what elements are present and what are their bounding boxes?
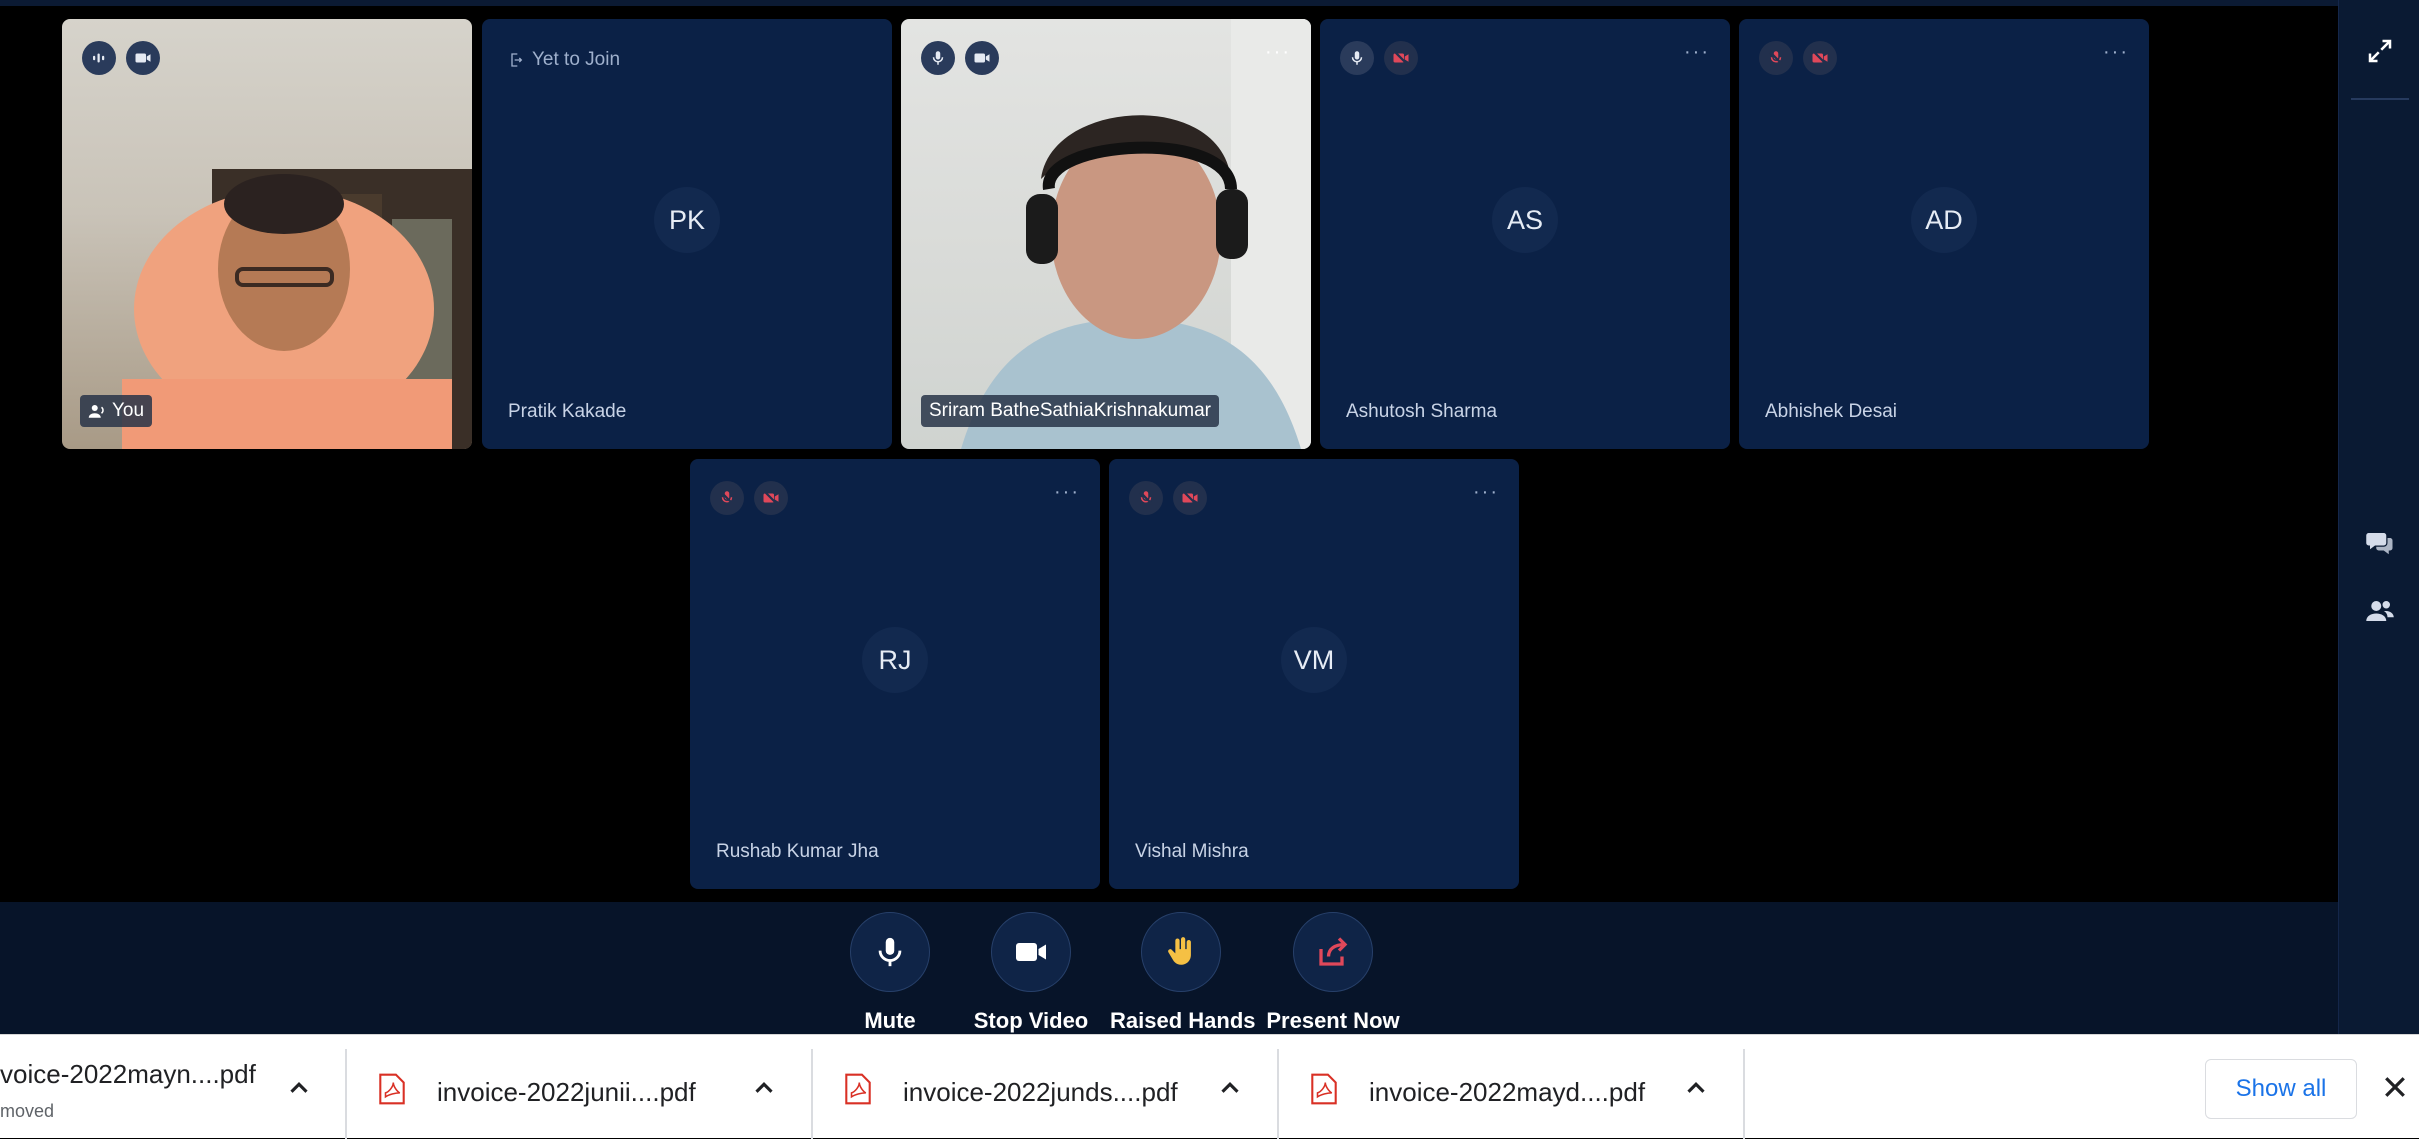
microphone-off-icon [1129,481,1163,515]
microphone-off-icon [1759,41,1793,75]
speaker-user-icon [88,405,104,418]
camera-off-icon [754,481,788,515]
close-icon[interactable] [2380,1072,2410,1102]
download-shelf: voice-2022mayn....pdf moved invoice-2022… [0,1034,2419,1139]
microphone-off-icon [710,481,744,515]
participant-name: Rushab Kumar Jha [716,841,879,862]
microphone-icon[interactable] [850,912,930,992]
stop-video-label: Stop Video [973,1008,1089,1033]
participant-name: You [80,395,153,427]
video-camera-icon[interactable] [991,912,1071,992]
share-screen-icon[interactable] [1293,912,1373,992]
participant-name: Ashutosh Sharma [1346,401,1498,422]
download-item[interactable]: invoice-2022junii....pdf [347,1035,811,1138]
stop-video-button[interactable]: Stop Video [965,912,1097,1034]
download-item[interactable]: invoice-2022junds....pdf [813,1035,1277,1138]
right-rail [2338,0,2419,1034]
pdf-file-icon [379,1073,405,1105]
participant-tile[interactable]: ··· AS Ashutosh Sharma [1320,19,1730,449]
present-now-label: Present Now [1266,1008,1400,1033]
participant-tile[interactable]: ··· RJ Rushab Kumar Jha [690,459,1100,889]
camera-icon [965,41,999,75]
camera-icon [126,41,160,75]
participant-name: Sriram BatheSathiaKrishnakumar [921,395,1219,427]
rail-divider [2351,98,2409,100]
tile-menu-button[interactable]: ··· [1265,41,1291,64]
microphone-icon [921,41,955,75]
pdf-file-icon [1311,1073,1337,1105]
participant-name: Abhishek Desai [1765,401,1898,422]
participant-tile[interactable]: ··· AD Abhishek Desai [1739,19,2149,449]
download-filename: voice-2022mayn....pdf [0,1059,256,1089]
show-all-button[interactable]: Show all [2205,1059,2357,1119]
participant-tile[interactable]: You [62,19,472,449]
camera-off-icon [1803,41,1837,75]
present-now-button[interactable]: Present Now [1266,912,1400,1034]
download-filename: invoice-2022junds....pdf [903,1077,1178,1107]
microphone-icon [1340,41,1374,75]
chat-icon[interactable] [2361,524,2399,562]
pdf-file-icon [845,1073,871,1105]
hand-icon[interactable] [1141,912,1221,992]
chevron-up-icon[interactable] [749,1073,779,1103]
avatar: AS [1492,187,1558,253]
participant-name: Pratik Kakade [508,401,627,422]
participants-icon[interactable] [2361,592,2399,630]
avatar: AD [1911,187,1977,253]
participant-tile[interactable]: Yet to Join PK Pratik Kakade [482,19,892,449]
mute-button[interactable]: Mute [840,912,940,1034]
avatar: VM [1281,627,1347,693]
avatar: RJ [862,627,928,693]
download-item[interactable]: invoice-2022mayd....pdf [1279,1035,1743,1138]
download-filename: invoice-2022junii....pdf [437,1077,696,1107]
download-status: moved [0,1101,55,1121]
tile-menu-button[interactable]: ··· [2103,41,2129,64]
mute-label: Mute [864,1008,916,1033]
chevron-up-icon[interactable] [284,1073,314,1103]
participant-name-label: You [112,400,145,421]
expand-icon[interactable] [2361,32,2399,70]
download-filename: invoice-2022mayd....pdf [1369,1077,1646,1107]
meeting-controls: Mute Stop Video Raised Hands Present Now [0,902,2338,1034]
tile-menu-button[interactable]: ··· [1054,481,1080,504]
tile-menu-button[interactable]: ··· [1473,481,1499,504]
door-icon [511,53,523,67]
top-bar [0,0,2338,6]
avatar: PK [654,187,720,253]
video-feed [122,169,472,449]
camera-off-icon [1384,41,1418,75]
participant-tile[interactable]: ··· Sriram BatheSathiaKrishnakumar [901,19,1311,449]
status-label: Yet to Join [532,49,621,70]
camera-off-icon [1173,481,1207,515]
divider [1743,1049,1745,1139]
video-feed [961,19,1311,449]
chevron-up-icon[interactable] [1681,1073,1711,1103]
tile-menu-button[interactable]: ··· [1684,41,1710,64]
participant-tile[interactable]: ··· VM Vishal Mishra [1109,459,1519,889]
participant-name: Vishal Mishra [1135,841,1249,862]
raised-hands-button[interactable]: Raised Hands [1110,912,1256,1034]
audio-level-icon [82,41,116,75]
download-item[interactable]: voice-2022mayn....pdf moved [0,1035,345,1138]
chevron-up-icon[interactable] [1215,1073,1245,1103]
status-yet-to-join: Yet to Join [508,49,620,71]
raised-hands-label: Raised Hands [1110,1008,1256,1033]
